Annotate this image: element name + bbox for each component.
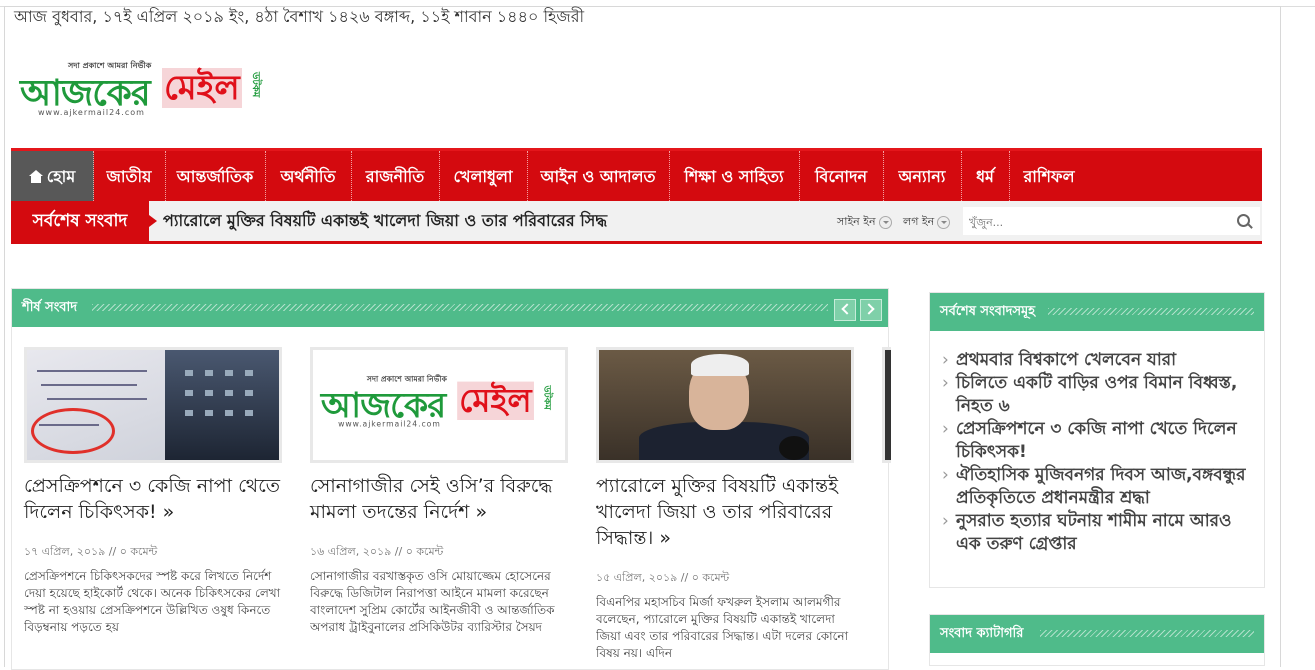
news-excerpt: বিএনপির মহাসচিব মির্জা ফখরুল ইসলাম আলমগী… <box>596 595 849 660</box>
breaking-news-label: সর্বশেষ সংবাদ <box>11 201 157 241</box>
nav-item-national[interactable]: জাতীয় <box>93 151 166 201</box>
news-meta: ১৫ এপ্রিল, ২০১৯ // ০ কমেন্ট <box>596 571 730 584</box>
logo-dotcom: ডটকম <box>541 385 553 410</box>
news-date: ১৫ এপ্রিল, ২০১৯ <box>596 571 678 584</box>
main-navigation: হোম জাতীয় আন্তর্জাতিক অর্থনীতি রাজনীতি … <box>11 148 1262 201</box>
section-header: শীর্ষ সংবাদ <box>12 289 888 327</box>
breaking-news-bar: সর্বশেষ সংবাদ প্যারোলে মুক্তির বিষয়টি এ… <box>11 201 1262 244</box>
nav-item-law-court[interactable]: আইন ও আদালত <box>527 151 670 201</box>
breaking-news-headline[interactable]: প্যারোলে মুক্তির বিষয়টি একান্তই খালেদা … <box>163 201 683 241</box>
search-input[interactable] <box>963 207 1221 237</box>
header-stripes <box>92 304 828 311</box>
logo-url: www.ajkermail24.com <box>38 108 145 117</box>
sign-in-label: সাইন ইন <box>837 215 876 228</box>
chevron-down-icon <box>878 215 892 229</box>
widget-title: সংবাদ ক্যাটাগরি <box>940 626 1024 641</box>
latest-news-list: প্রথমবার বিশ্বকাপে খেলবেন যারা চিলিতে এক… <box>940 349 1260 556</box>
news-title[interactable]: প্রেসক্রিপশনে ৩ কেজি নাপা থেতে দিলেন চিক… <box>24 473 282 525</box>
nav-item-education[interactable]: শিক্ষা ও সাহিত্য <box>669 151 800 201</box>
news-thumbnail[interactable] <box>596 347 854 463</box>
latest-news-item[interactable]: চিলিতে একটি বাড়ির ওপর বিমান বিধ্বস্ত, ন… <box>940 372 1260 418</box>
nav-item-economy[interactable]: অর্থনীতি <box>265 151 352 201</box>
latest-news-item[interactable]: নুসরাত হত্যার ঘটনায় শামীম নামে আরও এক ত… <box>940 510 1260 556</box>
logo-word-mail: মেইল <box>457 381 534 420</box>
sign-in-link[interactable]: সাইন ইন <box>837 213 892 232</box>
logo-word-mail: মেইল <box>162 68 242 108</box>
news-title[interactable]: প্যারোলে মুক্তির বিষয়টি একান্তই খালেদা … <box>596 473 854 551</box>
logo-word-ajker: আজকের <box>20 73 151 114</box>
chevron-down-icon <box>937 215 951 229</box>
news-card[interactable]: সদা প্রকাশে আমরা নির্ভীক আজকের মেইল ডটকম… <box>310 347 568 638</box>
home-icon <box>28 170 43 183</box>
news-date: ১৭ এপ্রিল, ২০১৯ <box>24 545 106 558</box>
person-photo <box>599 350 851 460</box>
log-in-label: লগ ইন <box>903 215 935 228</box>
slider-prev-button[interactable] <box>834 299 856 321</box>
nav-item-horoscope[interactable]: রাশিফল <box>1009 151 1089 201</box>
news-excerpt: সোনাগাজীর বরখাস্তকৃত ওসি মোয়াজ্জেম হোসে… <box>310 569 555 634</box>
nav-item-religion[interactable]: ধর্ম <box>961 151 1010 201</box>
thumbnail-logo: সদা প্রকাশে আমরা নির্ভীক আজকের মেইল ডটকম… <box>317 372 557 435</box>
news-title[interactable]: সোনাগাজীর সেই ওসি’র বিরুদ্ধে মামলা তদন্ত… <box>310 473 568 525</box>
header-stripes <box>1048 308 1254 315</box>
section-title: শীর্ষ সংবাদ <box>22 300 78 315</box>
news-card[interactable]: প্যারোলে মুক্তির বিষয়টি একান্তই খালেদা … <box>596 347 854 664</box>
latest-news-widget: সর্বশেষ সংবাদসমূহ প্রথমবার বিশ্বকাপে খেল… <box>929 292 1265 588</box>
news-comments[interactable]: ০ কমেন্ট <box>692 571 730 584</box>
header-stripes <box>1040 630 1254 637</box>
widget-header: সংবাদ ক্যাটাগরি <box>930 615 1264 653</box>
nav-item-international[interactable]: আন্তর্জাতিক <box>165 151 266 201</box>
nav-item-entertainment[interactable]: বিনোদন <box>799 151 884 201</box>
nav-label: হোম <box>46 167 76 186</box>
news-comments[interactable]: ০ কমেন্ট <box>406 545 444 558</box>
search-box <box>963 207 1260 237</box>
nav-item-sports[interactable]: খেলাধুলা <box>439 151 528 201</box>
nav-item-home[interactable]: হোম <box>11 151 94 201</box>
news-meta: ১৬ এপ্রিল, ২০১৯ // ০ কমেন্ট <box>310 545 444 558</box>
widget-title: সর্বশেষ সংবাদসমূহ <box>940 304 1036 319</box>
news-date: ১৬ এপ্রিল, ২০১৯ <box>310 545 392 558</box>
nav-item-others[interactable]: অন্যান্য <box>883 151 962 201</box>
logo-url: www.ajkermail24.com <box>338 420 441 429</box>
building-image <box>165 350 279 460</box>
latest-news-item[interactable]: প্রেসক্রিপশনে ৩ কেজি নাপা খেতে দিলেন চিক… <box>940 418 1260 464</box>
prescription-image <box>27 350 177 460</box>
news-comments[interactable]: ০ কমেন্ট <box>120 545 158 558</box>
slider-next-button[interactable] <box>860 299 882 321</box>
search-icon[interactable] <box>1237 214 1250 227</box>
latest-news-item[interactable]: প্রথমবার বিশ্বকাপে খেলবেন যারা <box>940 349 1260 372</box>
news-meta: ১৭ এপ্রিল, ২০১৯ // ০ কমেন্ট <box>24 545 158 558</box>
news-thumbnail[interactable]: সদা প্রকাশে আমরা নির্ভীক আজকের মেইল ডটকম… <box>310 347 568 463</box>
log-in-link[interactable]: লগ ইন <box>903 213 951 232</box>
widget-header: সর্বশেষ সংবাদসমূহ <box>930 293 1264 331</box>
latest-news-item[interactable]: ঐতিহাসিক মুজিবনগর দিবস আজ,বঙ্গবন্ধুর প্র… <box>940 464 1260 510</box>
logo-dotcom: ডটকম <box>250 72 261 98</box>
news-card[interactable]: প্রেসক্রিপশনে ৩ কেজি নাপা থেতে দিলেন চিক… <box>24 347 282 638</box>
site-logo[interactable]: সদা প্রকাশে আমরা নির্ভীক আজকের মেইল ডটকম… <box>16 58 266 124</box>
date-line: আজ বুধবার, ১৭ই এপ্রিল ২০১৯ ইং, ৪ঠা বৈশাখ… <box>14 7 585 26</box>
top-news-section: শীর্ষ সংবাদ প্রেসক্রিপশনে ৩ কেজি নাপা থে… <box>11 288 891 670</box>
news-thumbnail[interactable] <box>24 347 282 463</box>
category-widget: সংবাদ ক্যাটাগরি <box>929 614 1265 666</box>
next-card-peek <box>882 347 891 463</box>
nav-item-politics[interactable]: রাজনীতি <box>351 151 440 201</box>
news-excerpt: প্রেসক্রিপশনে চিকিৎসকদের স্পষ্ট করে লিখত… <box>24 569 281 634</box>
